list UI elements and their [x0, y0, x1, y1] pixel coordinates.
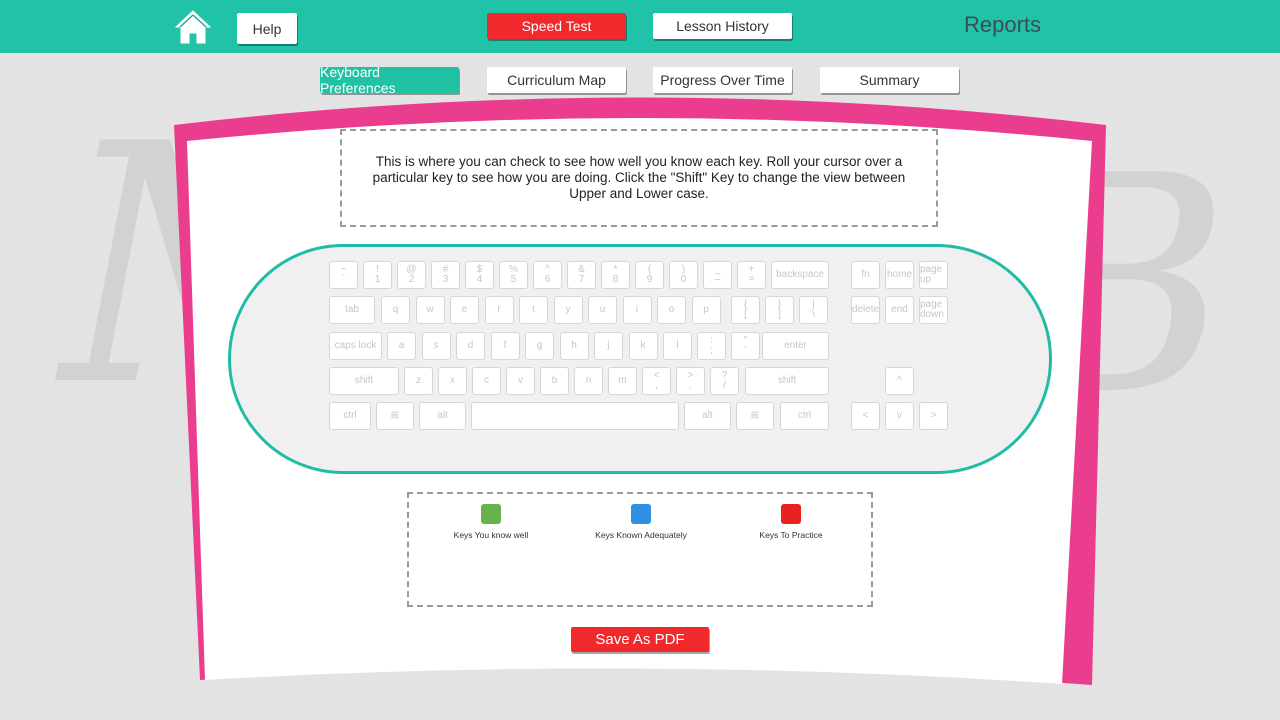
- key-space[interactable]: [471, 402, 679, 430]
- key-=[interactable]: + =: [737, 261, 766, 289]
- key-shift-left[interactable]: shift: [329, 367, 399, 395]
- key-sym[interactable]: | \: [799, 296, 828, 324]
- key-r[interactable]: r: [484, 296, 514, 324]
- windows-icon[interactable]: ⊞: [736, 402, 774, 430]
- key-page-up[interactable]: page up: [919, 261, 948, 289]
- key-g[interactable]: g: [525, 332, 554, 360]
- key-fn[interactable]: fn: [851, 261, 880, 289]
- key-end[interactable]: end: [885, 296, 914, 324]
- red-swatch: [781, 504, 801, 524]
- key-1[interactable]: ! 1: [363, 261, 392, 289]
- key-caps-lock[interactable]: caps lock: [329, 332, 382, 360]
- key-backspace[interactable]: backspace: [771, 261, 829, 289]
- key-h[interactable]: h: [559, 332, 589, 360]
- key-k[interactable]: k: [628, 332, 658, 360]
- key-enter[interactable]: enter: [762, 332, 829, 360]
- key-alt-left[interactable]: alt: [419, 402, 466, 430]
- key-9[interactable]: (9: [635, 261, 664, 289]
- save-as-pdf-button[interactable]: Save As PDF: [571, 627, 709, 652]
- key-a[interactable]: a: [387, 332, 416, 360]
- key-alt-right[interactable]: alt: [684, 402, 731, 430]
- key-e[interactable]: e: [450, 296, 479, 324]
- instructions-text: This is where you can check to see how w…: [372, 154, 906, 201]
- key-7[interactable]: & 7: [567, 261, 596, 289]
- key-u[interactable]: u: [588, 296, 617, 324]
- key-n[interactable]: n: [574, 367, 603, 395]
- key-z[interactable]: z: [404, 367, 433, 395]
- key-c[interactable]: c: [472, 367, 501, 395]
- key-v[interactable]: v: [506, 367, 535, 395]
- legend-label: Keys To Practice: [759, 530, 823, 540]
- legend-item-known-adequately: Keys Known Adequately: [566, 504, 716, 540]
- key-3[interactable]: #3: [431, 261, 460, 289]
- key-sym[interactable]: ? /: [710, 367, 739, 395]
- legend-item-known-well: Keys You know well: [416, 504, 566, 540]
- key-q[interactable]: q: [381, 296, 410, 324]
- key-page-down[interactable]: page down: [919, 296, 948, 324]
- key-i[interactable]: i: [622, 296, 652, 324]
- key-m[interactable]: m: [608, 367, 637, 395]
- instructions-box: This is where you can check to see how w…: [340, 129, 938, 227]
- key-w[interactable]: w: [415, 296, 445, 324]
- key-–[interactable]: _ –: [703, 261, 732, 289]
- key-sym[interactable]: {[: [731, 296, 760, 324]
- key-delete[interactable]: delete: [851, 296, 880, 324]
- key-sym[interactable]: " ': [731, 332, 760, 360]
- key-sym[interactable]: <,: [642, 367, 671, 395]
- key-f[interactable]: f: [490, 332, 520, 360]
- legend-box: Keys You know well Keys Known Adequately…: [407, 492, 873, 607]
- key-2[interactable]: @2: [397, 261, 426, 289]
- key-8[interactable]: * 8: [601, 261, 630, 289]
- legend-label: Keys Known Adequately: [595, 530, 687, 540]
- key-sym[interactable]: }]: [765, 296, 794, 324]
- key-y[interactable]: y: [553, 296, 583, 324]
- key-l[interactable]: l: [663, 332, 692, 360]
- blue-swatch: [631, 504, 651, 524]
- key-0[interactable]: ) 0: [669, 261, 698, 289]
- arrow-down-icon[interactable]: v: [885, 402, 914, 430]
- key-6[interactable]: ^ 6: [533, 261, 562, 289]
- key-o[interactable]: o: [657, 296, 686, 324]
- key-ctrl-left[interactable]: ctrl: [329, 402, 371, 430]
- key-b[interactable]: b: [540, 367, 569, 395]
- key-s[interactable]: s: [421, 332, 451, 360]
- key-shift-right[interactable]: shift: [745, 367, 829, 395]
- windows-icon[interactable]: ⊞: [376, 402, 414, 430]
- key-sym[interactable]: >.: [676, 367, 705, 395]
- key-d[interactable]: d: [456, 332, 485, 360]
- key-x[interactable]: x: [438, 367, 467, 395]
- key-p[interactable]: p: [691, 296, 721, 324]
- key-`[interactable]: ~ `: [329, 261, 358, 289]
- key-t[interactable]: t: [519, 296, 548, 324]
- arrow-left-icon[interactable]: <: [851, 402, 880, 430]
- green-swatch: [481, 504, 501, 524]
- key-sym[interactable]: :;: [697, 332, 726, 360]
- key-tab[interactable]: tab: [329, 296, 375, 324]
- legend-item-to-practice: Keys To Practice: [716, 504, 866, 540]
- arrow-up-icon[interactable]: ^: [885, 367, 914, 395]
- key-5[interactable]: % 5: [499, 261, 528, 289]
- arrow-right-icon[interactable]: >: [919, 402, 948, 430]
- key-ctrl-right[interactable]: ctrl: [780, 402, 829, 430]
- legend-label: Keys You know well: [453, 530, 529, 540]
- key-j[interactable]: j: [594, 332, 623, 360]
- key-4[interactable]: $4: [465, 261, 494, 289]
- key-home[interactable]: home: [885, 261, 914, 289]
